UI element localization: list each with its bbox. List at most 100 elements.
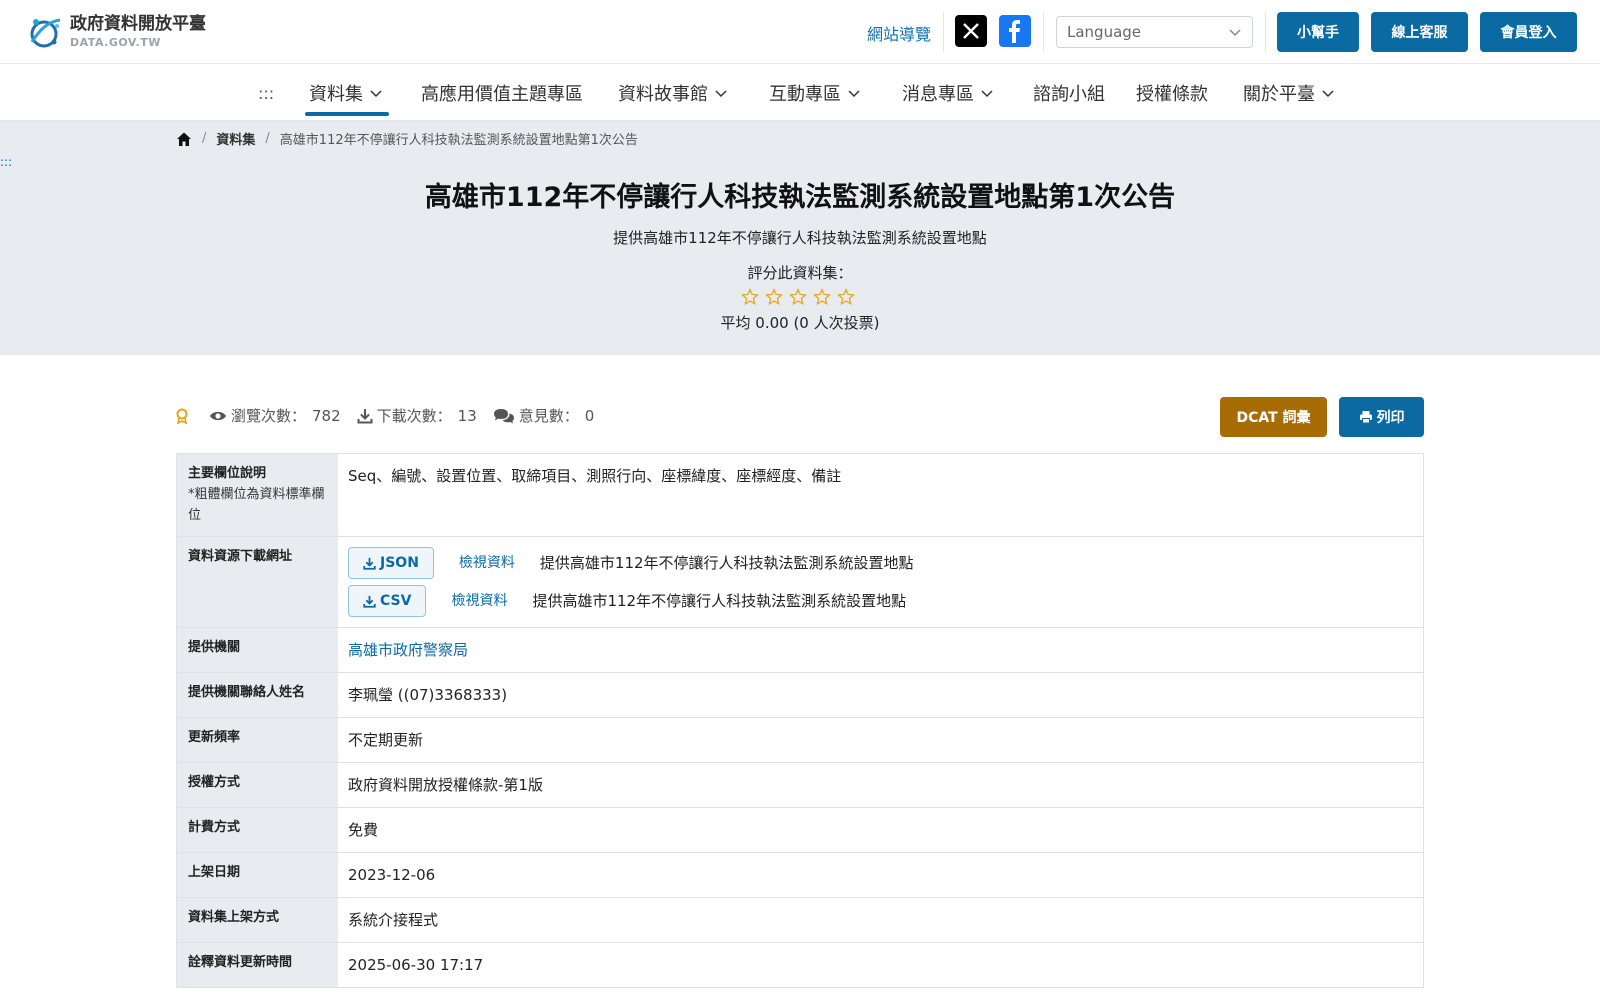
logo-title: 政府資料開放平臺 [70, 14, 206, 34]
nav-item-high-value[interactable]: 高應用價值主題專區 [421, 78, 583, 108]
chevron-down-icon [981, 90, 993, 98]
nav-item-about[interactable]: 關於平臺 [1243, 78, 1335, 108]
table-row: 詮釋資料更新時間 2025-06-30 17:17 [177, 943, 1423, 988]
header-divider [1265, 12, 1266, 52]
sitemap-link[interactable]: 網站導覽 [867, 21, 931, 45]
nav-item-data-stories[interactable]: 資料故事館 [618, 78, 728, 108]
site-logo[interactable]: 政府資料開放平臺 DATA.GOV.TW [24, 12, 206, 52]
home-icon[interactable] [176, 131, 192, 147]
dataset-hero: / 資料集 / 高雄市112年不停讓行人科技執法監測系統設置地點第1次公告 ::… [0, 121, 1600, 355]
online-service-button[interactable]: 線上客服 [1371, 12, 1468, 52]
nav-active-indicator [305, 112, 389, 116]
helper-button[interactable]: 小幫手 [1277, 12, 1359, 52]
x-twitter-icon[interactable] [955, 15, 987, 47]
star-icon[interactable] [810, 288, 834, 310]
eye-icon [210, 411, 226, 420]
nav-item-license[interactable]: 授權條款 [1136, 78, 1208, 108]
breadcrumb: / 資料集 / 高雄市112年不停讓行人科技執法監測系統設置地點第1次公告 [176, 129, 638, 148]
logo-subtitle: DATA.GOV.TW [70, 36, 161, 49]
star-icon[interactable] [738, 288, 762, 310]
nav-item-interactive[interactable]: 互動專區 [769, 78, 861, 108]
resource-description: 提供高雄市112年不停讓行人科技執法監測系統設置地點 [539, 554, 914, 573]
row-note: *粗體欄位為資料標準欄位 [188, 486, 325, 523]
nav-item-advisory[interactable]: 諮詢小組 [1033, 78, 1105, 108]
resource-description: 提供高雄市112年不停讓行人科技執法監測系統設置地點 [532, 592, 907, 611]
member-login-button[interactable]: 會員登入 [1480, 12, 1577, 52]
license-value: 政府資料開放授權條款-第1版 [348, 776, 543, 795]
download-icon [363, 595, 376, 608]
table-row: 上架日期 2023-12-06 [177, 853, 1423, 899]
table-row: 主要欄位說明 *粗體欄位為資料標準欄位 Seq、編號、設置位置、取締項目、測照行… [177, 454, 1423, 538]
downloads-count: 13 [457, 406, 477, 425]
chevron-down-icon [1322, 90, 1334, 98]
views-label: 瀏覽次數： [231, 407, 307, 425]
method-value: 系統介接程式 [348, 911, 439, 930]
star-icon[interactable] [834, 288, 858, 310]
comments-count: 0 [584, 406, 595, 425]
row-label: 資料集上架方式 [177, 898, 338, 943]
nav-item-label: 互動專區 [769, 84, 841, 105]
print-button[interactable]: 列印 [1339, 397, 1424, 437]
table-row: 計費方式 免費 [177, 808, 1423, 854]
dcat-vocabulary-button[interactable]: DCAT 詞彙 [1220, 397, 1327, 437]
dataset-details-table: 主要欄位說明 *粗體欄位為資料標準欄位 Seq、編號、設置位置、取締項目、測照行… [176, 453, 1424, 989]
row-label: 主要欄位說明 [188, 466, 267, 481]
meta-updated-value: 2025-06-30 17:17 [348, 956, 484, 975]
frequency-value: 不定期更新 [348, 731, 424, 750]
format-label: CSV [380, 593, 412, 610]
rating-stars[interactable] [738, 288, 858, 310]
main-fields-value: Seq、編號、設置位置、取締項目、測照行向、座標緯度、座標經度、備註 [348, 467, 842, 485]
view-data-link[interactable]: 檢視資料 [459, 552, 515, 574]
comments-label: 意見數： [518, 407, 579, 425]
fee-value: 免費 [348, 821, 379, 840]
nav-item-datasets[interactable]: 資料集 [309, 78, 383, 108]
comments-icon [493, 408, 514, 423]
row-label: 提供機關聯絡人姓名 [177, 673, 338, 718]
main-nav: ::: 資料集 高應用價值主題專區 資料故事館 互動專區 消息專區 諮詢小組 授… [0, 64, 1600, 121]
nav-item-label: 高應用價值主題專區 [421, 84, 583, 105]
header-divider [1043, 12, 1044, 52]
download-json-button[interactable]: JSON [348, 547, 434, 580]
nav-item-label: 資料故事館 [618, 84, 708, 105]
view-data-link[interactable]: 檢視資料 [451, 590, 507, 612]
print-label: 列印 [1376, 410, 1405, 426]
row-label: 上架日期 [177, 853, 338, 898]
published-value: 2023-12-06 [348, 866, 436, 885]
dataset-description: 提供高雄市112年不停讓行人科技執法監測系統設置地點 [613, 229, 987, 247]
nav-accesskey[interactable]: ::: [258, 84, 274, 103]
star-icon[interactable] [786, 288, 810, 310]
provider-link[interactable]: 高雄市政府警察局 [348, 641, 468, 659]
table-row: 資料資源下載網址 JSON 檢視資料 提供高雄市112年不停讓行人科技執法監測系… [177, 537, 1423, 629]
nav-item-news[interactable]: 消息專區 [902, 78, 994, 108]
download-icon [363, 557, 376, 570]
format-label: JSON [380, 555, 419, 572]
star-icon[interactable] [762, 288, 786, 310]
resource-item: JSON 檢視資料 提供高雄市112年不停讓行人科技執法監測系統設置地點 [348, 547, 1413, 580]
resource-item: CSV 檢視資料 提供高雄市112年不停讓行人科技執法監測系統設置地點 [348, 585, 1413, 618]
header-divider [943, 12, 944, 52]
chevron-down-icon [370, 90, 382, 98]
download-csv-button[interactable]: CSV [348, 585, 427, 618]
downloads-label: 下載次數： [376, 407, 452, 425]
page-title: 高雄市112年不停讓行人科技執法監測系統設置地點第1次公告 [424, 182, 1176, 213]
nav-item-label: 消息專區 [902, 84, 974, 105]
resource-list: JSON 檢視資料 提供高雄市112年不停讓行人科技執法監測系統設置地點 CSV… [338, 537, 1423, 627]
facebook-icon[interactable] [999, 15, 1031, 47]
row-label: 計費方式 [177, 808, 338, 853]
award-icon [176, 408, 188, 424]
row-label: 資料資源下載網址 [177, 537, 338, 628]
row-label: 授權方式 [177, 763, 338, 808]
site-header: 政府資料開放平臺 DATA.GOV.TW 網站導覽 Language 小幫手 線… [0, 0, 1600, 64]
table-row: 更新頻率 不定期更新 [177, 718, 1423, 764]
table-row: 提供機關聯絡人姓名 李珮瑩 ((07)3368333) [177, 673, 1423, 719]
breadcrumb-datasets[interactable]: 資料集 [216, 129, 255, 148]
chevron-down-icon [848, 90, 860, 98]
dataset-stats: 瀏覽次數： 782 下載次數： 13 意見數： 0 [175, 405, 610, 426]
nav-item-label: 資料集 [309, 84, 363, 105]
nav-item-label: 授權條款 [1136, 84, 1208, 105]
table-row: 提供機關 高雄市政府警察局 [177, 628, 1423, 674]
table-row: 資料集上架方式 系統介接程式 [177, 898, 1423, 944]
chevron-down-icon [1229, 29, 1241, 37]
language-select[interactable]: Language [1056, 16, 1253, 48]
content-accesskey[interactable]: ::: [0, 155, 12, 169]
